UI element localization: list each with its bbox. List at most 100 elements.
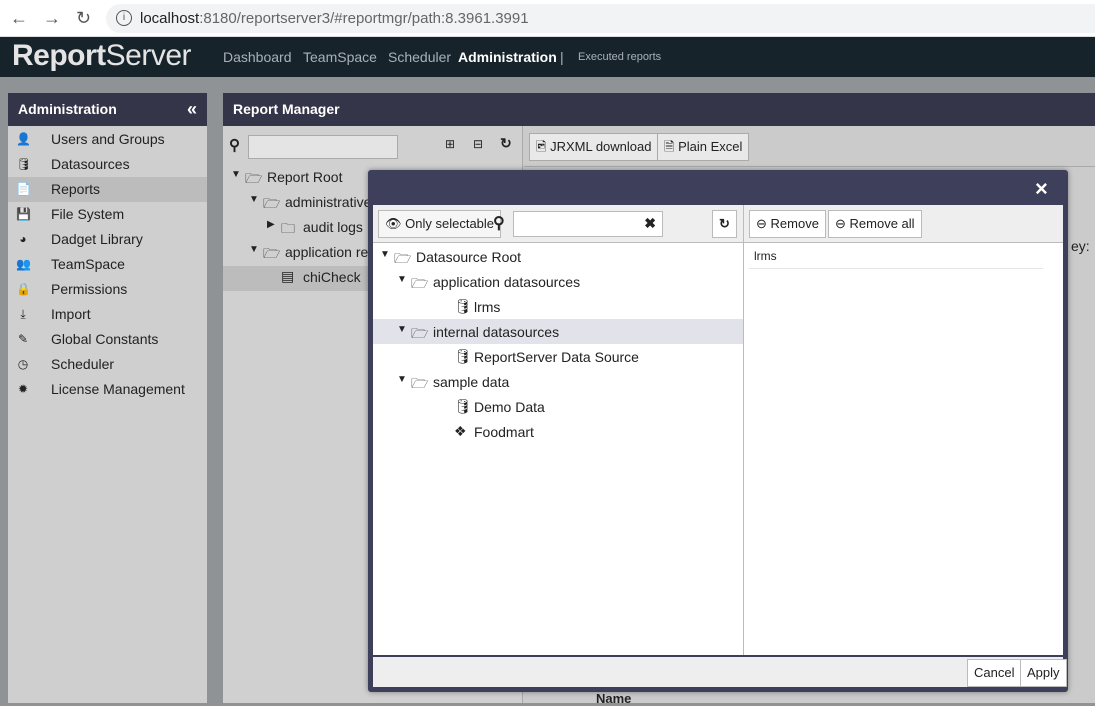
dashboard-icon: ◕: [19, 232, 27, 246]
sidebar: Administration « 👤 Users and Groups 🛢 Datas…: [8, 93, 207, 703]
datasource-node[interactable]: Datasource Root: [416, 249, 521, 265]
folder-open-icon: 🗁: [411, 375, 429, 391]
close-icon[interactable]: ×: [1035, 176, 1048, 202]
sidebar-item-license-management[interactable]: ✹ License Management: [8, 377, 207, 402]
certificate-icon: ✹: [17, 382, 29, 396]
remove-all-button[interactable]: ⊖ Remove all: [828, 210, 922, 238]
refresh-button[interactable]: ↻: [712, 210, 737, 238]
apply-button[interactable]: Apply: [1020, 659, 1067, 687]
tree-node[interactable]: chiCheck: [303, 269, 361, 285]
datasource-node[interactable]: lrms: [474, 299, 500, 315]
clock-icon: ◷: [17, 357, 29, 371]
sidebar-item-label: Scheduler: [51, 356, 115, 372]
nav-executed-reports[interactable]: Executed reports: [578, 51, 661, 63]
file-icon: 📄: [16, 182, 31, 196]
selected-item[interactable]: lrms: [749, 244, 1043, 269]
refresh-icon[interactable]: ↻: [500, 135, 512, 152]
sidebar-item-reports[interactable]: 📄 Reports: [8, 177, 207, 202]
datasource-node[interactable]: Foodmart: [474, 424, 534, 440]
sidebar-item-label: Import: [51, 306, 91, 322]
nav-dashboard[interactable]: Dashboard: [223, 49, 292, 65]
tree-toggle-icon[interactable]: ▼: [397, 274, 407, 285]
tree-toggle-icon[interactable]: ▶: [267, 219, 275, 230]
sidebar-item-scheduler[interactable]: ◷ Scheduler: [8, 352, 207, 377]
tree-toggle-icon[interactable]: ▼: [397, 374, 407, 385]
tree-toggle-icon[interactable]: ▼: [249, 194, 259, 205]
info-icon[interactable]: i: [116, 10, 132, 26]
remove-button[interactable]: ⊖ Remove: [749, 210, 826, 238]
dialog-search-input[interactable]: ✖: [513, 211, 663, 237]
sidebar-item-label: License Management: [51, 381, 185, 397]
collapse-all-icon[interactable]: ⊟: [473, 137, 483, 151]
tree-node[interactable]: application rep: [285, 244, 376, 260]
cancel-button[interactable]: Cancel: [967, 659, 1022, 687]
dialog-footer: Cancel Apply: [373, 657, 1067, 687]
collapse-icon[interactable]: «: [187, 93, 197, 126]
datasource-node[interactable]: ReportServer Data Source: [474, 349, 639, 365]
nav-teamspace[interactable]: TeamSpace: [303, 49, 377, 65]
datasource-dialog: × 👁 Only selectable ⚲ ✖ ↻ ⊖ Remove ⊖ Rem…: [368, 170, 1068, 692]
only-selectable-toggle[interactable]: 👁 Only selectable: [378, 210, 502, 238]
sidebar-item-label: TeamSpace: [51, 256, 125, 272]
tree-node[interactable]: administrative: [285, 194, 371, 210]
sidebar-item-users-and-groups[interactable]: 👤 Users and Groups: [8, 127, 207, 152]
plain-excel-button[interactable]: 🗎 Plain Excel: [657, 133, 750, 161]
database-icon: 🛢: [16, 157, 32, 171]
sidebar-item-global-constants[interactable]: ✎ Global Constants: [8, 327, 207, 352]
search-icon: ⚲: [229, 137, 240, 154]
lock-icon: 🔒: [16, 282, 31, 296]
tree-node[interactable]: audit logs: [303, 219, 363, 235]
folder-open-icon: 🗁: [411, 325, 429, 341]
download-icon: ⤓: [20, 307, 26, 321]
app-header: ReportServer Dashboard TeamSpace Schedul…: [0, 37, 1095, 77]
database-icon: 🛢: [454, 298, 472, 314]
sidebar-header: Administration «: [8, 93, 207, 126]
sidebar-item-label: Users and Groups: [51, 131, 165, 147]
tree-toggle-icon[interactable]: ▼: [249, 244, 259, 255]
edit-icon: ✎: [17, 332, 29, 346]
datasource-node[interactable]: Demo Data: [474, 399, 545, 415]
clear-icon[interactable]: ✖: [644, 215, 656, 232]
sidebar-title: Administration: [18, 101, 117, 117]
sidebar-item-permissions[interactable]: 🔒 Permissions: [8, 277, 207, 302]
cubes-icon: ❖: [454, 423, 467, 439]
users-icon: 👥: [16, 257, 31, 271]
tree-toggle-icon[interactable]: ▼: [231, 169, 241, 180]
datasource-node[interactable]: application datasources: [433, 274, 580, 290]
tree-toggle-icon[interactable]: ▼: [397, 324, 407, 335]
nav-scheduler[interactable]: Scheduler: [388, 49, 451, 65]
nav-administration[interactable]: Administration: [458, 49, 557, 65]
datasource-node[interactable]: sample data: [433, 374, 509, 390]
back-icon[interactable]: ←: [10, 8, 28, 29]
report-icon: ▤: [281, 268, 295, 284]
reload-icon[interactable]: ↻: [76, 8, 91, 29]
sidebar-item-dadget-library[interactable]: ◕ Dadget Library: [8, 227, 207, 252]
logo: ReportServer: [12, 39, 192, 72]
sidebar-item-datasources[interactable]: 🛢 Datasources: [8, 152, 207, 177]
tree-search-input[interactable]: [248, 135, 398, 159]
sidebar-item-label: Reports: [51, 181, 101, 197]
nav-separator: |: [560, 49, 564, 65]
sidebar-item-label: Permissions: [51, 281, 128, 297]
tree-node[interactable]: Report Root: [267, 169, 342, 185]
expand-all-icon[interactable]: ⊞: [445, 137, 455, 151]
sidebar-item-label: Datasources: [51, 156, 130, 172]
eye-icon: 👁: [385, 216, 402, 231]
forward-icon[interactable]: →: [43, 8, 61, 29]
datasource-node[interactable]: internal datasources: [433, 324, 559, 340]
sidebar-item-import[interactable]: ⤓ Import: [8, 302, 207, 327]
url-bar[interactable]: localhost:8180/reportserver3/#reportmgr/…: [106, 4, 1095, 33]
user-icon: 👤: [16, 132, 31, 146]
tree-toggle-icon[interactable]: ▼: [380, 249, 390, 260]
folder-open-icon: 🗁: [411, 275, 429, 291]
sidebar-item-file-system[interactable]: 💾 File System: [8, 202, 207, 227]
folder-open-icon: 🗁: [263, 195, 281, 211]
sidebar-item-label: File System: [51, 206, 125, 222]
sidebar-item-teamspace[interactable]: 👥 TeamSpace: [8, 252, 207, 277]
folder-open-icon: 🗁: [394, 250, 412, 266]
folder-icon: 🗀: [281, 220, 295, 236]
folder-open-icon: 🗁: [245, 170, 263, 186]
database-icon: 🛢: [454, 348, 472, 364]
jrxml-download-button[interactable]: 🖻 JRXML download: [529, 133, 659, 161]
sidebar-item-label: Global Constants: [51, 331, 159, 347]
